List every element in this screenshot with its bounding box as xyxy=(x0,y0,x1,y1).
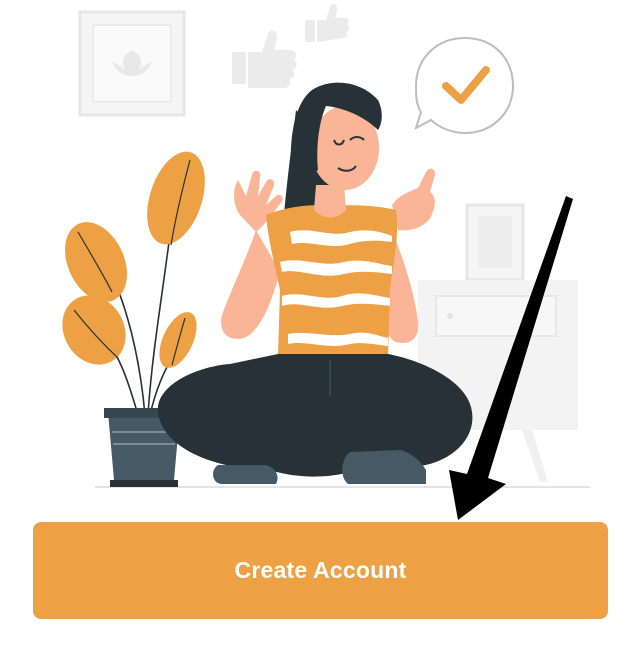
picture-frame-icon xyxy=(78,10,186,117)
thumbs-up-icon xyxy=(232,30,297,88)
small-thumbs-up-icon xyxy=(305,4,350,42)
woman-thumbs-up-illustration xyxy=(62,4,590,488)
check-bubble-icon xyxy=(414,36,515,135)
onboarding-screen: Create Account xyxy=(0,0,640,652)
create-account-button[interactable]: Create Account xyxy=(33,522,608,619)
